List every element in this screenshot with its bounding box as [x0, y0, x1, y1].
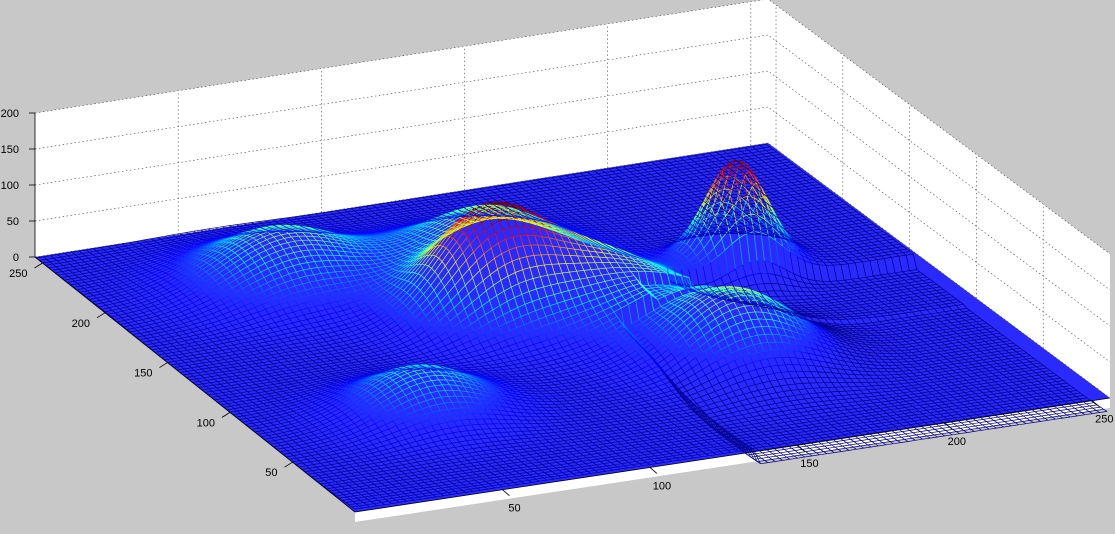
mesh-segment — [633, 236, 641, 239]
mesh-segment — [324, 265, 333, 268]
mesh-segment — [678, 266, 686, 268]
mesh-segment — [323, 227, 331, 230]
mesh-segment — [827, 253, 835, 255]
mesh-segment — [554, 215, 562, 217]
mesh-segment — [820, 248, 829, 250]
mesh-segment — [599, 224, 607, 226]
surface-plot: 5010015020025050100150200250050100150200 — [1, 0, 1113, 522]
mesh-segment — [589, 222, 597, 224]
mesh-segment — [640, 241, 648, 243]
mesh-segment — [340, 255, 348, 257]
mesh-segment — [373, 246, 382, 248]
mesh-segment — [759, 290, 768, 292]
mesh-segment — [585, 220, 594, 222]
mesh-segment — [561, 214, 569, 217]
mesh-segment — [319, 244, 327, 246]
mesh-segment — [819, 264, 827, 266]
mesh-segment — [800, 239, 808, 241]
mesh-segment — [636, 239, 645, 241]
mesh-segment — [337, 229, 345, 232]
mesh-segment — [819, 258, 828, 260]
mesh-segment — [596, 221, 604, 224]
mesh-segment — [311, 254, 319, 257]
mesh-segment — [613, 228, 621, 230]
mesh-segment — [575, 218, 583, 220]
mesh-segment — [359, 246, 367, 248]
mesh-segment — [829, 280, 837, 282]
mesh-segment — [824, 250, 832, 252]
